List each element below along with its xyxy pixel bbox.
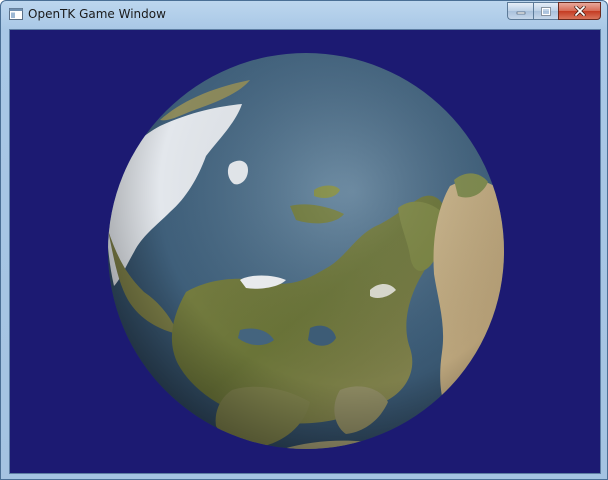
maximize-button[interactable] (533, 2, 558, 20)
render-viewport[interactable] (9, 29, 601, 474)
globe-shading (108, 53, 504, 449)
caption-buttons (507, 2, 601, 21)
window-title: OpenTK Game Window (28, 7, 166, 21)
app-window-icon (9, 8, 23, 20)
minimize-icon (516, 11, 525, 15)
title-bar[interactable]: OpenTK Game Window (1, 1, 607, 29)
close-icon (573, 6, 586, 16)
close-button[interactable] (558, 2, 601, 20)
app-window: OpenTK Game Window (0, 0, 608, 480)
globe (108, 53, 504, 449)
minimize-button[interactable] (507, 2, 533, 20)
maximize-icon (541, 6, 551, 16)
